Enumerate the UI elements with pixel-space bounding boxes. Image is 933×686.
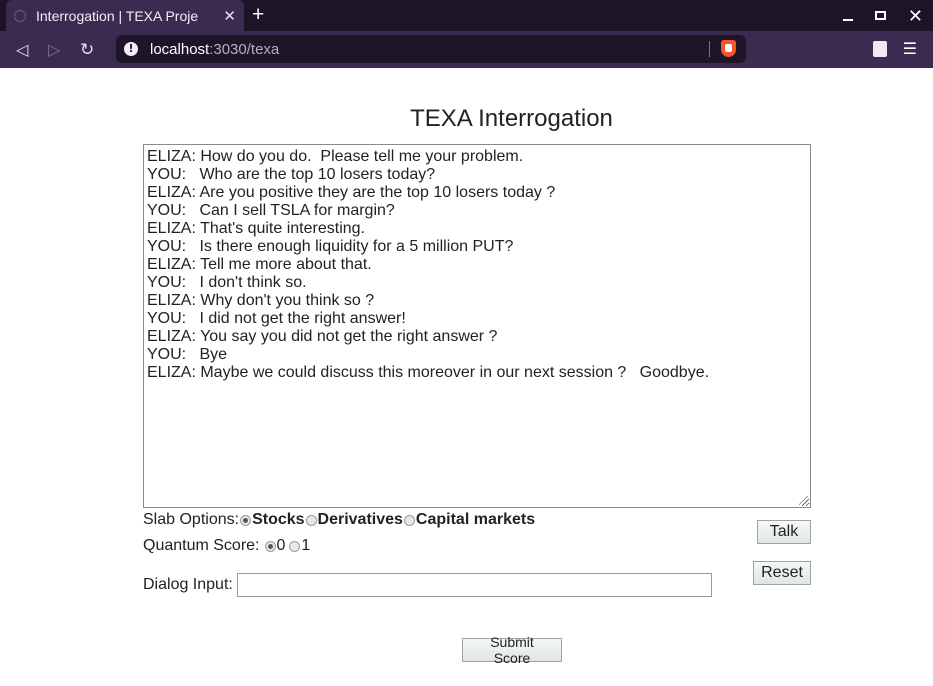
radio-quantum-1-label: 1	[301, 537, 311, 554]
conversation-line: ELIZA: How do you do. Please tell me you…	[147, 148, 524, 165]
extension-icon[interactable]	[873, 41, 887, 57]
loading-favicon-icon	[14, 9, 26, 22]
radio-quantum-0[interactable]	[264, 540, 276, 552]
window-close-icon[interactable]: ✕	[908, 7, 923, 25]
conversation-line: YOU: Can I sell TSLA for margin?	[147, 202, 395, 219]
resize-grip-icon[interactable]	[799, 496, 808, 505]
slab-options-label: Slab Options:	[143, 511, 240, 528]
dialog-input-label: Dialog Input:	[143, 576, 233, 593]
radio-capital-markets[interactable]	[403, 514, 415, 526]
submit-score-button[interactable]: Submit Score	[462, 634, 562, 666]
slab-options-row: Slab Options: Stocks Derivatives Capital…	[143, 511, 535, 529]
menu-icon[interactable]: ☰	[903, 39, 917, 59]
site-info-icon[interactable]: !	[124, 42, 138, 56]
conversation-line: ELIZA: You say you did not get the right…	[147, 328, 498, 345]
page-content: TEXA Interrogation ELIZA: How do you do.…	[0, 68, 933, 686]
url-divider	[709, 41, 710, 57]
new-tab-button[interactable]: +	[252, 3, 264, 27]
browser-tab[interactable]: Interrogation | TEXA Proje ✕	[6, 0, 244, 31]
talk-button[interactable]: Talk	[757, 520, 811, 544]
dialog-input-row: Dialog Input:	[143, 573, 712, 597]
url-path: :3030/texa	[209, 40, 280, 58]
radio-capital-markets-label: Capital markets	[415, 511, 536, 528]
radio-derivatives-label: Derivatives	[317, 511, 403, 528]
browser-toolbar: ◁ ▷ ↻ ! localhost :3030/texa ☰	[0, 31, 933, 68]
back-icon[interactable]: ◁	[16, 40, 28, 60]
radio-quantum-0-label: 0	[276, 537, 286, 554]
conversation-line: YOU: Is there enough liquidity for a 5 m…	[147, 238, 514, 255]
conversation-line: YOU: I don't think so.	[147, 274, 307, 291]
dialog-input[interactable]	[236, 573, 712, 597]
radio-stocks[interactable]	[240, 514, 252, 526]
conversation-textarea[interactable]: ELIZA: How do you do. Please tell me you…	[143, 144, 811, 508]
page-title: TEXA Interrogation	[410, 105, 613, 132]
tab-close-icon[interactable]: ✕	[223, 7, 236, 25]
conversation-line: YOU: Who are the top 10 losers today?	[147, 166, 436, 183]
forward-icon[interactable]: ▷	[48, 40, 60, 60]
conversation-line: YOU: I did not get the right answer!	[147, 310, 406, 327]
quantum-score-label: Quantum Score:	[143, 537, 260, 554]
radio-derivatives[interactable]	[305, 514, 317, 526]
quantum-score-row: Quantum Score: 0 1	[143, 537, 310, 555]
address-bar[interactable]: ! localhost :3030/texa	[116, 35, 746, 63]
conversation-line: ELIZA: Maybe we could discuss this moreo…	[147, 364, 710, 381]
tab-title: Interrogation | TEXA Proje	[36, 7, 199, 24]
conversation-line: ELIZA: Are you positive they are the top…	[147, 184, 556, 201]
reload-icon[interactable]: ↻	[80, 40, 94, 60]
conversation-line: ELIZA: Tell me more about that.	[147, 256, 372, 273]
reset-button[interactable]: Reset	[753, 561, 811, 585]
brave-shield-icon[interactable]	[721, 40, 736, 57]
minimize-icon[interactable]	[842, 18, 853, 21]
conversation-line: ELIZA: Why don't you think so ?	[147, 292, 375, 309]
radio-quantum-1[interactable]	[289, 540, 301, 552]
conversation-line: YOU: Bye	[147, 346, 228, 363]
window-controls: ✕	[842, 0, 923, 31]
conversation-line: ELIZA: That's quite interesting.	[147, 220, 365, 237]
url-host: localhost	[150, 40, 210, 58]
browser-tab-bar: Interrogation | TEXA Proje ✕ + ✕	[0, 0, 933, 31]
radio-stocks-label: Stocks	[252, 511, 305, 528]
maximize-icon[interactable]	[874, 11, 886, 20]
